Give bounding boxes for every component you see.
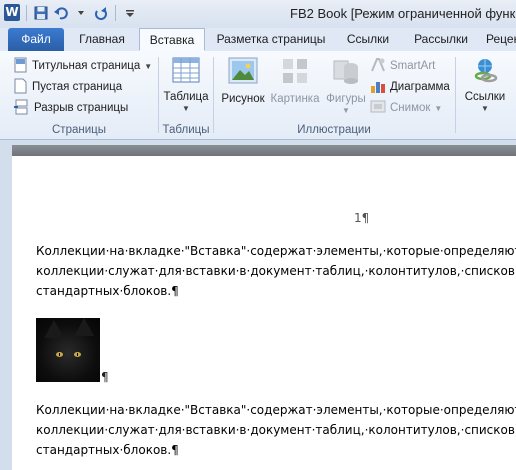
paragraph-1-line-1: Коллекции·на·вкладке·"Вставка"·содержат·…: [36, 244, 516, 258]
tab-file[interactable]: Файл: [8, 28, 64, 51]
group-pages: Титульная страница ▼ Пустая страница Раз…: [0, 51, 158, 139]
picture-label: Рисунок: [221, 93, 265, 105]
smartart-icon: [370, 57, 386, 76]
links-icon: [470, 55, 500, 88]
tab-page-layout[interactable]: Разметка страницы: [212, 28, 330, 51]
cover-page-icon: [14, 57, 28, 76]
screenshot-label: Снимок: [390, 102, 431, 114]
ribbon: Титульная страница ▼ Пустая страница Раз…: [0, 51, 516, 140]
picture-icon: [227, 55, 259, 90]
clipart-button[interactable]: Картинка: [268, 55, 322, 105]
cat-eye: [56, 352, 63, 357]
qat-separator: [26, 4, 27, 21]
paragraph-1-line-3: стандартных·блоков.¶: [36, 284, 179, 298]
table-icon: [171, 55, 201, 88]
page-margin-area: [0, 162, 12, 470]
links-button[interactable]: Ссылки ▼: [460, 55, 510, 113]
cover-page-button[interactable]: Титульная страница ▼: [14, 56, 152, 76]
cat-eye: [74, 352, 81, 357]
screenshot-icon: [370, 99, 386, 118]
chart-icon: [370, 78, 386, 97]
chart-button[interactable]: Диаграмма: [370, 77, 450, 97]
smartart-button[interactable]: SmartArt: [370, 56, 435, 76]
clipart-label: Картинка: [270, 93, 320, 105]
screenshot-button[interactable]: Снимок ▼: [370, 98, 442, 118]
tab-references[interactable]: Ссылки: [340, 28, 396, 51]
undo-icon[interactable]: [53, 5, 69, 21]
smartart-label: SmartArt: [390, 60, 436, 72]
ribbon-tabs: Файл Главная Вставка Разметка страницы С…: [0, 28, 516, 52]
redo-icon[interactable]: [93, 5, 109, 21]
tab-home[interactable]: Главная: [70, 28, 134, 51]
paragraph-2[interactable]: Коллекции·на·вкладке·"Вставка"·содержат·…: [36, 400, 516, 460]
tab-mailings[interactable]: Рассылки: [406, 28, 476, 51]
cover-page-label: Титульная страница: [32, 60, 141, 72]
page-break-button[interactable]: Разрыв страницы: [14, 98, 128, 118]
links-label: Ссылки: [464, 91, 506, 103]
paragraph-2-line-2: коллекции·служат·для·вставки·в·документ·…: [36, 423, 516, 437]
chevron-down-icon: ▼: [342, 106, 350, 115]
group-illustrations: Рисунок Картинка Фигуры ▼ SmartArt Диагр…: [214, 51, 454, 139]
shapes-button[interactable]: Фигуры ▼: [322, 55, 370, 115]
horizontal-ruler[interactable]: [12, 145, 516, 156]
customize-qat-icon[interactable]: [122, 5, 138, 21]
chevron-down-icon: ▼: [144, 62, 153, 71]
group-pages-label: Страницы: [52, 124, 106, 136]
cat-ear: [74, 318, 94, 336]
group-links: Ссылки ▼: [456, 51, 516, 139]
chevron-down-icon: ▼: [434, 104, 443, 113]
paragraph-1-line-2: коллекции·служат·для·вставки·в·документ·…: [36, 264, 516, 278]
picture-button[interactable]: Рисунок: [218, 55, 268, 105]
paragraph-2-line-3: стандартных·блоков.¶: [36, 443, 179, 457]
blank-page-label: Пустая страница: [32, 81, 123, 93]
page-number: 1¶: [354, 211, 370, 225]
shapes-label: Фигуры: [326, 93, 366, 105]
save-icon[interactable]: [33, 5, 49, 21]
chevron-down-icon: ▼: [182, 104, 190, 113]
blank-page-icon: [14, 78, 28, 97]
black-cat-image[interactable]: [36, 318, 100, 382]
shapes-icon: [330, 55, 362, 90]
chart-label: Диаграмма: [390, 81, 450, 93]
blank-page-button[interactable]: Пустая страница: [14, 77, 122, 97]
table-label: Таблица: [163, 91, 209, 103]
window-title: FB2 Book [Режим ограниченной функцио: [290, 6, 516, 21]
tab-review[interactable]: Рецен: [486, 28, 516, 51]
clipart-icon: [279, 55, 311, 90]
qat-separator: [115, 4, 116, 21]
paragraph-2-line-1: Коллекции·на·вкладке·"Вставка"·содержат·…: [36, 403, 516, 417]
chevron-down-icon: ▼: [481, 104, 489, 113]
tab-insert[interactable]: Вставка: [139, 28, 205, 51]
page-break-icon: [14, 99, 30, 118]
image-paragraph-mark: ¶: [101, 370, 109, 384]
undo-dropdown-icon[interactable]: [73, 5, 89, 21]
cat-ear: [44, 320, 64, 338]
page-break-label: Разрыв страницы: [34, 102, 129, 114]
table-button[interactable]: Таблица ▼: [163, 55, 209, 113]
title-bar: W FB2 Book [Режим ограниченной функцио: [0, 0, 516, 29]
quick-access-toolbar: W: [4, 4, 138, 21]
group-illustrations-label: Иллюстрации: [297, 124, 371, 136]
group-tables-label: Таблицы: [162, 124, 210, 136]
word-app-icon[interactable]: W: [4, 4, 20, 21]
group-tables: Таблица ▼ Таблицы: [159, 51, 213, 139]
paragraph-1[interactable]: Коллекции·на·вкладке·"Вставка"·содержат·…: [36, 241, 516, 301]
